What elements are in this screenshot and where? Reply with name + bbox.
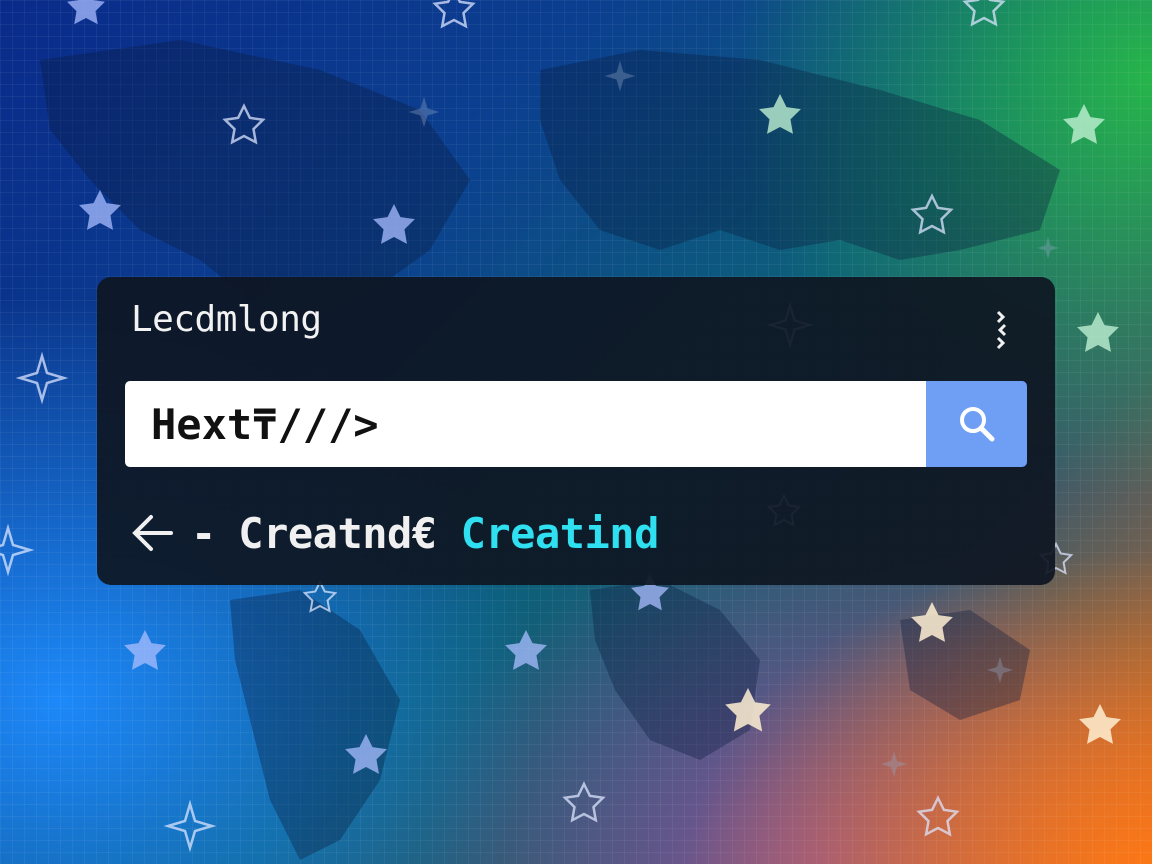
arrow-left-icon[interactable] xyxy=(131,513,173,553)
breadcrumb-item-1[interactable]: Creatnd€ xyxy=(238,509,437,558)
panel-title: Lecdmlong xyxy=(131,299,322,340)
breadcrumb: - Creatnd€ Creatind xyxy=(131,505,659,561)
search-input[interactable] xyxy=(125,381,926,467)
breadcrumb-item-current[interactable]: Creatind xyxy=(461,509,660,558)
search-panel: Lecdmlong - Creatnd€ Creatind xyxy=(97,277,1055,585)
more-vertical-icon[interactable] xyxy=(991,307,1015,353)
search-button[interactable] xyxy=(926,381,1027,467)
search-bar xyxy=(125,381,1027,467)
breadcrumb-separator: - xyxy=(191,508,217,558)
search-icon xyxy=(959,407,994,442)
